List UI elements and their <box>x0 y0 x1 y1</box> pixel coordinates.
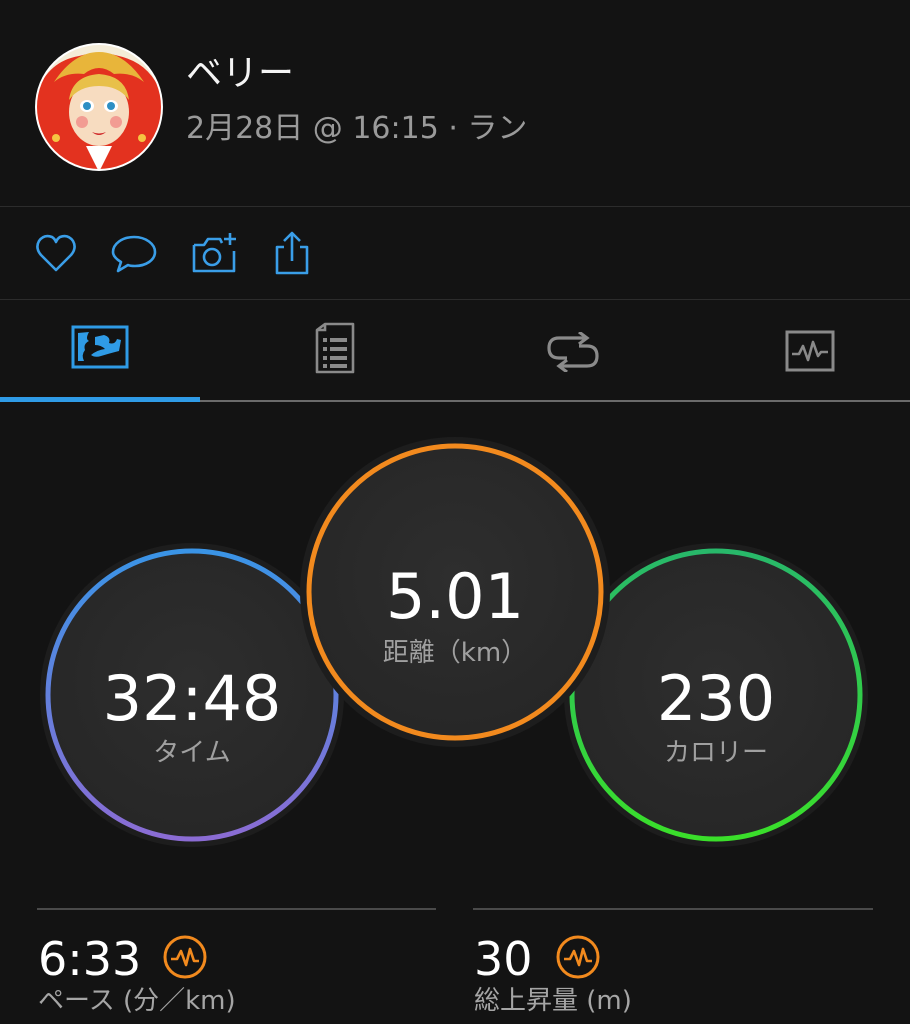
details-icon <box>315 322 355 374</box>
ascent-chart-icon[interactable] <box>555 934 601 980</box>
tab-bar <box>0 300 910 404</box>
distance-value: 5.01 <box>385 560 525 633</box>
pace-chart-icon[interactable] <box>162 934 208 980</box>
avatar[interactable] <box>34 42 164 172</box>
pace-value: 6:33 <box>38 932 142 986</box>
add-photo-icon[interactable] <box>190 229 238 277</box>
map-overview-icon <box>71 325 129 369</box>
charts-icon <box>785 330 835 372</box>
pace-label: ペース (分／km) <box>38 986 236 1016</box>
user-name[interactable]: ベリー <box>186 44 294 96</box>
time-label: タイム <box>153 738 231 768</box>
tab-active-indicator <box>0 397 200 402</box>
ascent-divider <box>473 908 873 910</box>
calories-value: 230 <box>656 662 776 735</box>
distance-label: 距離（km） <box>382 638 528 668</box>
action-bar <box>0 207 910 299</box>
calories-label: カロリー <box>663 738 768 768</box>
activity-header: ベリー 2月28日 @ 16:15 · ラン <box>0 0 910 206</box>
tab-details[interactable] <box>240 300 430 404</box>
comment-icon[interactable] <box>110 229 158 277</box>
pace-divider <box>37 908 436 910</box>
tab-laps[interactable] <box>478 300 668 404</box>
time-value: 32:48 <box>102 662 282 735</box>
activity-screen: ベリー 2月28日 @ 16:15 · ラン 32:48 タイム 5.01 距離… <box>0 0 910 1024</box>
activity-meta: 2月28日 @ 16:15 · ラン <box>186 111 528 146</box>
ascent-value: 30 <box>474 932 533 986</box>
heart-icon[interactable] <box>32 229 80 277</box>
ascent-label: 総上昇量 (m) <box>474 986 632 1016</box>
tab-charts[interactable] <box>715 300 905 404</box>
tab-overview[interactable] <box>5 300 195 404</box>
laps-icon <box>547 332 599 372</box>
share-icon[interactable] <box>268 229 316 277</box>
